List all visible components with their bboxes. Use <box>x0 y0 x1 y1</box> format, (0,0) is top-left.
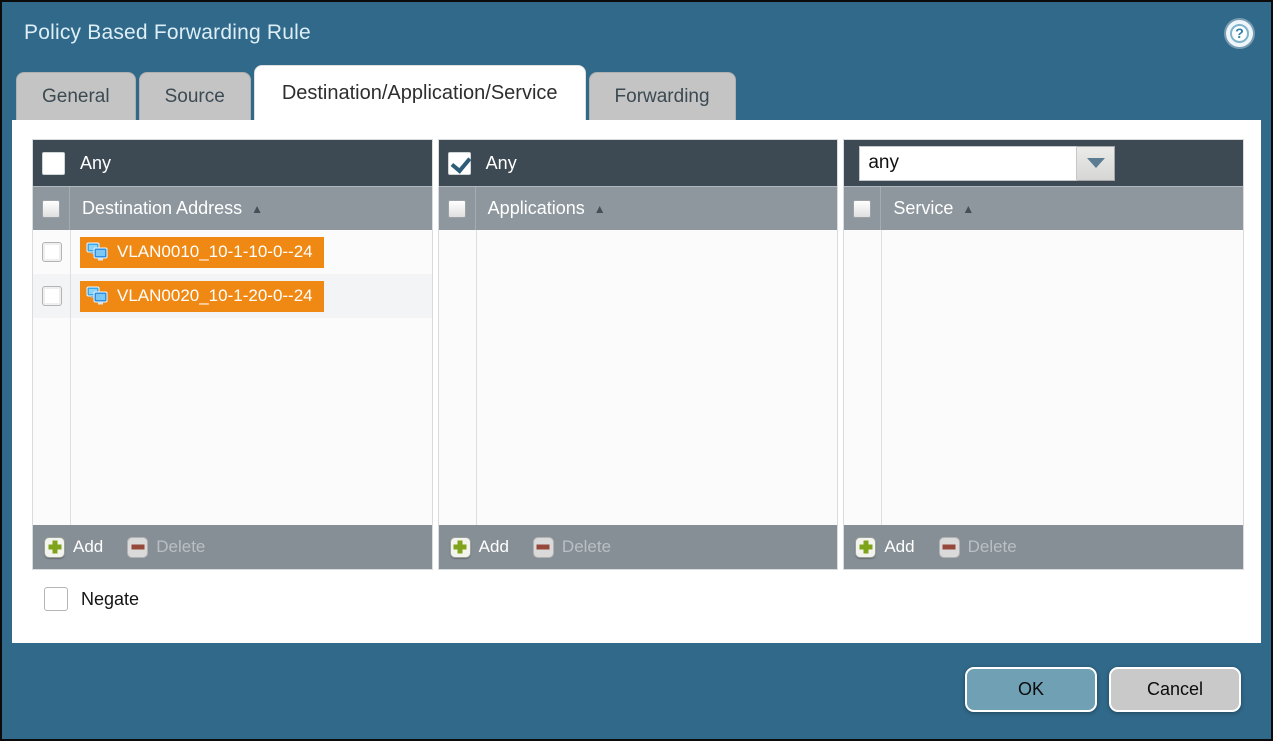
destination-header-band: Destination Address ▲ <box>33 186 432 230</box>
delete-button[interactable]: Delete <box>533 537 611 558</box>
destination-any-label: Any <box>80 153 111 174</box>
service-type-select[interactable]: any <box>859 146 1115 181</box>
destination-toolbar: Add Delete <box>33 525 432 569</box>
tab-content: Any Destination Address ▲ <box>12 120 1261 643</box>
minus-icon <box>533 537 554 558</box>
address-item[interactable]: VLAN0010_10-1-10-0--24 <box>80 237 324 268</box>
add-button[interactable]: Add <box>450 537 509 558</box>
service-header-band: Service ▲ <box>844 186 1243 230</box>
applications-any-checkbox[interactable] <box>448 152 471 175</box>
plus-icon <box>44 537 65 558</box>
service-toolbar: Add Delete <box>844 525 1243 569</box>
add-button-label: Add <box>479 537 509 557</box>
sort-asc-icon[interactable]: ▲ <box>594 202 606 216</box>
ok-button[interactable]: OK <box>965 667 1097 712</box>
help-question-glyph: ? <box>1230 24 1249 43</box>
service-column: any Service ▲ <box>843 139 1244 570</box>
service-type-dropdown-button[interactable] <box>1077 146 1115 181</box>
address-item-label: VLAN0010_10-1-10-0--24 <box>117 242 313 262</box>
service-type-value: any <box>859 146 1077 181</box>
tab-general[interactable]: General <box>16 72 136 120</box>
minus-icon <box>127 537 148 558</box>
address-item-label: VLAN0020_10-1-20-0--24 <box>117 286 313 306</box>
address-row-checkbox[interactable] <box>42 286 62 306</box>
delete-button-label: Delete <box>156 537 205 557</box>
add-button-label: Add <box>73 537 103 557</box>
applications-column-header: Applications <box>488 198 585 219</box>
delete-button-label: Delete <box>562 537 611 557</box>
dialog-title: Policy Based Forwarding Rule <box>24 21 311 45</box>
add-button[interactable]: Add <box>44 537 103 558</box>
applications-select-all-checkbox[interactable] <box>448 200 466 218</box>
network-address-icon <box>85 286 109 306</box>
plus-icon <box>855 537 876 558</box>
tab-source[interactable]: Source <box>139 72 251 120</box>
sort-asc-icon[interactable]: ▲ <box>251 202 263 216</box>
service-column-header: Service <box>893 198 953 219</box>
dialog-titlebar: Policy Based Forwarding Rule ? <box>2 2 1271 64</box>
negate-label: Negate <box>81 589 139 610</box>
destination-address-list: VLAN0010_10-1-10-0--24 <box>33 230 432 525</box>
delete-button-label: Delete <box>968 537 1017 557</box>
table-row: VLAN0020_10-1-20-0--24 <box>33 274 432 318</box>
destination-column-header: Destination Address <box>82 198 242 219</box>
destination-any-checkbox[interactable] <box>42 152 65 175</box>
delete-button[interactable]: Delete <box>127 537 205 558</box>
network-address-icon <box>85 242 109 262</box>
tab-destination-application-service[interactable]: Destination/Application/Service <box>254 65 586 120</box>
plus-icon <box>450 537 471 558</box>
destination-any-band: Any <box>33 140 432 186</box>
tab-forwarding[interactable]: Forwarding <box>589 72 736 120</box>
tab-bar: General Source Destination/Application/S… <box>2 64 1271 120</box>
service-dropdown-band: any <box>844 140 1243 186</box>
minus-icon <box>939 537 960 558</box>
chevron-down-icon <box>1087 158 1105 168</box>
applications-list <box>439 230 838 525</box>
cancel-button[interactable]: Cancel <box>1109 667 1241 712</box>
negate-row: Negate <box>44 587 1244 611</box>
service-select-all-checkbox[interactable] <box>853 200 871 218</box>
sort-asc-icon[interactable]: ▲ <box>962 202 974 216</box>
destination-address-column: Any Destination Address ▲ <box>32 139 433 570</box>
table-row: VLAN0010_10-1-10-0--24 <box>33 230 432 274</box>
dialog-footer: OK Cancel <box>2 639 1271 739</box>
applications-header-band: Applications ▲ <box>439 186 838 230</box>
destination-select-all-checkbox[interactable] <box>42 200 60 218</box>
add-button[interactable]: Add <box>855 537 914 558</box>
pbf-rule-dialog: Policy Based Forwarding Rule ? General S… <box>0 0 1273 741</box>
negate-checkbox[interactable] <box>44 587 68 611</box>
applications-any-band: Any <box>439 140 838 186</box>
delete-button[interactable]: Delete <box>939 537 1017 558</box>
add-button-label: Add <box>884 537 914 557</box>
address-item[interactable]: VLAN0020_10-1-20-0--24 <box>80 281 324 312</box>
service-list <box>844 230 1243 525</box>
applications-any-label: Any <box>486 153 517 174</box>
applications-toolbar: Add Delete <box>439 525 838 569</box>
address-row-checkbox[interactable] <box>42 242 62 262</box>
help-icon[interactable]: ? <box>1226 20 1253 47</box>
applications-column: Any Applications ▲ Add <box>438 139 839 570</box>
